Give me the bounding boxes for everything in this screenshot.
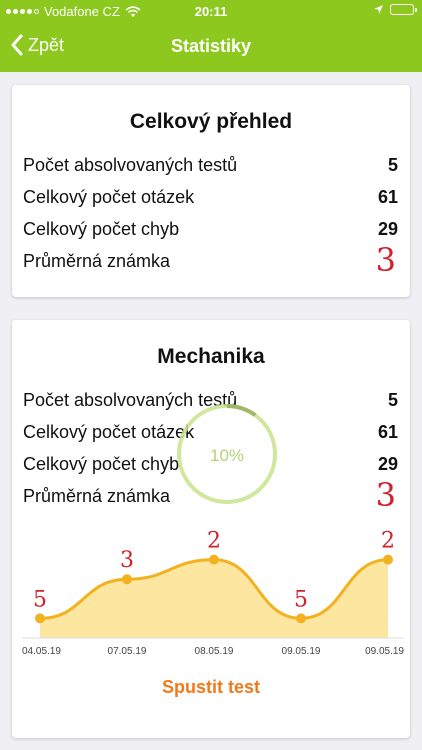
chart-point-label: 2 <box>381 530 395 554</box>
chart-point-label: 2 <box>207 530 221 554</box>
clock: 20:11 <box>194 4 228 19</box>
grade-chart: 5 04.05.19 3 07.05.19 2 08.05.19 5 09.05.19 2 09.… <box>22 530 404 657</box>
chart-point <box>209 554 219 565</box>
chart-point <box>383 554 393 565</box>
chart-x-tick-label: 08.05.19 <box>195 646 234 657</box>
location-arrow-icon <box>374 5 383 14</box>
overview-row-errors: Celkový počet chyb 29 <box>23 217 398 243</box>
row-label: Průměrná známka <box>23 486 171 506</box>
row-label: Celkový počet chyb <box>23 454 180 474</box>
overview-card: Celkový přehled Počet absolvovaných test… <box>12 85 410 297</box>
row-value: 29 <box>377 219 398 239</box>
status-bar: Vodafone CZ 20:11 <box>0 0 422 22</box>
mechanika-card: Mechanika Počet absolvovaných testů 5 Ce… <box>12 320 410 738</box>
row-label: Počet absolvovaných testů <box>23 155 238 175</box>
chart-x-tick-label: 09.05.19 <box>365 646 404 657</box>
overview-row-tests: Počet absolvovaných testů 5 <box>23 153 398 179</box>
row-value: 61 <box>377 187 398 207</box>
row-value: 5 <box>387 390 398 410</box>
row-label: Průměrná známka <box>23 251 171 271</box>
row-value: 61 <box>377 422 398 442</box>
chart-point <box>296 613 306 624</box>
chart-x-tick-label: 07.05.19 <box>108 646 147 657</box>
chart-point-label: 5 <box>294 587 308 612</box>
navigation-bar: Zpět Statistiky <box>0 22 422 72</box>
chart-point-label: 5 <box>33 587 47 612</box>
row-label: Celkový počet chyb <box>23 219 180 239</box>
row-label: Celkový počet otázek <box>23 422 195 442</box>
status-right <box>373 4 417 15</box>
mechanika-title: Mechanika <box>157 345 265 368</box>
average-grade: 3 <box>375 476 396 514</box>
progress-indicator: 10% <box>176 392 278 516</box>
row-value: 5 <box>387 155 398 175</box>
back-button[interactable]: Zpět <box>10 34 64 56</box>
battery-icon <box>390 4 417 15</box>
chart-point <box>35 613 45 624</box>
back-label: Zpět <box>28 34 65 55</box>
overview-row-grade: Průměrná známka 3 <box>23 241 398 279</box>
chart-x-tick-label: 04.05.19 <box>22 646 61 657</box>
chart-x-tick-label: 09.05.19 <box>282 646 321 657</box>
average-grade: 3 <box>375 241 396 279</box>
overview-row-questions: Celkový počet otázek 61 <box>23 185 398 211</box>
chart-point-label: 3 <box>120 548 134 573</box>
overview-title: Celkový přehled <box>129 110 293 133</box>
progress-percent: 10% <box>209 446 245 465</box>
chart-point <box>122 574 132 585</box>
chevron-left-icon <box>11 34 23 56</box>
row-label: Celkový počet otázek <box>23 187 195 207</box>
top-bar: Vodafone CZ 20:11 Zpět Statistiky <box>0 0 422 72</box>
row-value: 29 <box>377 454 398 474</box>
start-test-button[interactable]: Spustit test <box>12 677 410 698</box>
